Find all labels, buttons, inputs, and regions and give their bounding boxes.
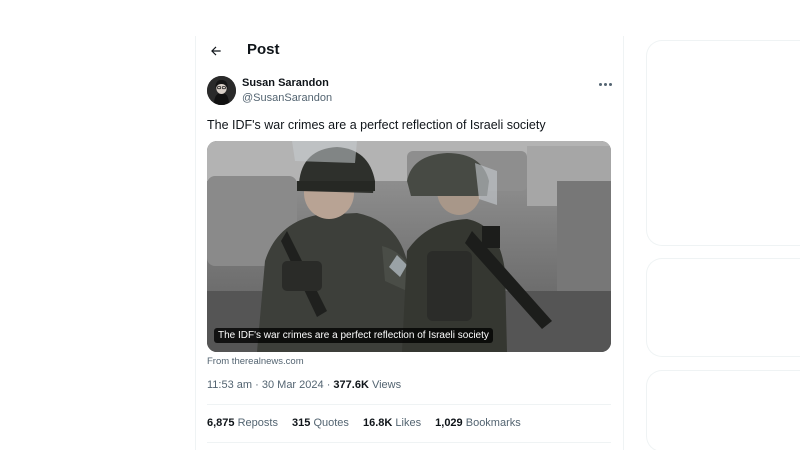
bookmarks-count: 1,029: [435, 417, 463, 429]
card-image: [207, 141, 611, 352]
quotes-count: 315: [292, 417, 311, 429]
post-time[interactable]: 11:53 am: [207, 379, 252, 391]
likes-label: Likes: [395, 417, 422, 429]
views-label: Views: [371, 379, 402, 391]
more-options-button[interactable]: [597, 78, 613, 90]
reposts-stat[interactable]: 6,875 Reposts: [207, 416, 278, 430]
back-button[interactable]: [206, 41, 226, 61]
sidebar-card-top: [646, 40, 800, 246]
page-title: Post: [247, 41, 280, 58]
post-column: Post Susan Sarandon @SusanSarandon The I…: [196, 36, 623, 450]
right-column-border: [623, 36, 624, 450]
meta-separator: ·: [326, 379, 331, 391]
page: Post Susan Sarandon @SusanSarandon The I…: [0, 0, 800, 450]
quotes-stat[interactable]: 315 Quotes: [292, 416, 349, 430]
reposts-label: Reposts: [237, 417, 278, 429]
reposts-count: 6,875: [207, 417, 235, 429]
divider: [207, 442, 611, 443]
author-handle[interactable]: @SusanSarandon: [242, 92, 332, 105]
author-name[interactable]: Susan Sarandon: [242, 77, 329, 90]
post-header: Post: [196, 36, 623, 66]
likes-stat[interactable]: 16.8K Likes: [363, 416, 421, 430]
card-source-link[interactable]: From therealnews.com: [207, 356, 304, 368]
post-stats: 6,875 Reposts 315 Quotes 16.8K Likes 1,0…: [207, 416, 532, 430]
more-horizontal-icon: [598, 82, 602, 86]
bookmarks-stat[interactable]: 1,029 Bookmarks: [435, 416, 521, 430]
sidebar-card-middle: [646, 258, 800, 357]
arrow-left-icon: [211, 46, 221, 56]
bookmarks-label: Bookmarks: [465, 417, 521, 429]
views-count: 377.6K: [333, 379, 369, 391]
post-meta: 11:53 am · 30 Mar 2024 · 377.6K Views: [207, 378, 401, 392]
link-card[interactable]: The IDF's war crimes are a perfect refle…: [207, 141, 611, 352]
card-caption: The IDF's war crimes are a perfect refle…: [214, 328, 493, 343]
likes-count: 16.8K: [362, 417, 393, 429]
avatar[interactable]: [207, 76, 236, 105]
meta-separator: ·: [255, 379, 259, 391]
post-date[interactable]: 30 Mar 2024: [262, 379, 324, 391]
tweet-text: The IDF's war crimes are a perfect refle…: [207, 118, 546, 132]
quotes-label: Quotes: [313, 417, 349, 429]
divider: [207, 404, 611, 405]
sidebar-card-bottom: [646, 370, 800, 450]
